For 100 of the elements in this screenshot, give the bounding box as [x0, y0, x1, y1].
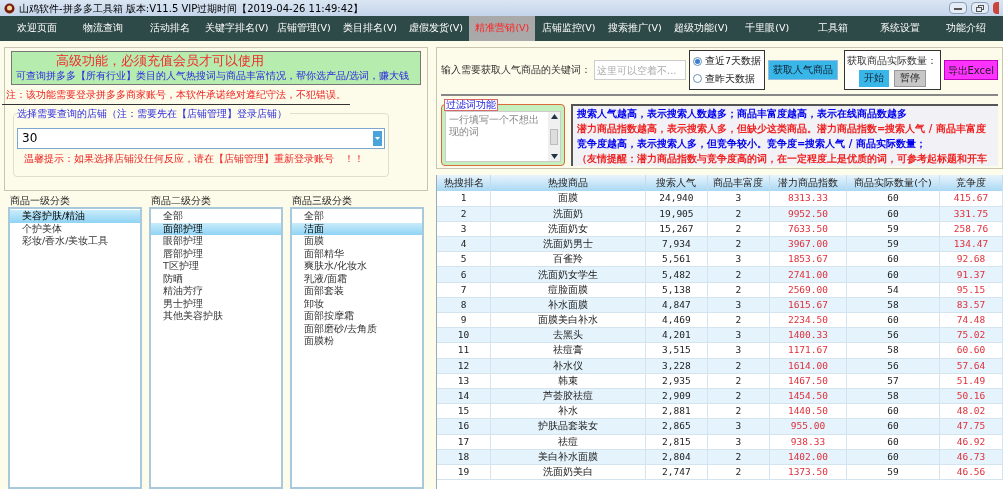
category-item[interactable]: 其他美容护肤	[151, 310, 281, 323]
nav-tab[interactable]: 超级功能(V)	[667, 16, 735, 41]
export-excel-button[interactable]: 导出Excel	[943, 60, 998, 80]
category-item[interactable]: 面部按摩霜	[292, 310, 422, 323]
table-cell: 洗面奶美白	[490, 464, 646, 480]
restore-button[interactable]	[971, 2, 989, 14]
nav-tab[interactable]: 虚假发货(V)	[403, 16, 470, 41]
filter-textarea[interactable]: 一行填写一个不想出现的词	[445, 111, 561, 162]
nav-tab[interactable]: 千里眼(V)	[734, 16, 801, 41]
table-cell: 4	[437, 236, 491, 252]
category-item[interactable]: 眼部护理	[151, 235, 281, 248]
radio-button[interactable]	[693, 74, 702, 84]
table-cell: 2	[707, 403, 770, 419]
table-cell: 60	[846, 449, 940, 465]
table-cell: 16	[437, 418, 491, 434]
category-item[interactable]: 唇部护理	[151, 247, 281, 260]
table-cell: 59	[846, 221, 940, 237]
nav-tab[interactable]: 物流查询	[70, 16, 137, 41]
category-item[interactable]: 彩妆/香水/美妆工具	[10, 235, 140, 248]
table-cell: 2	[707, 236, 770, 252]
nav-tab[interactable]: 系统设置	[866, 16, 933, 41]
table-cell: 1614.00	[769, 358, 847, 374]
category-item[interactable]: T区护理	[151, 260, 281, 273]
table-cell: 2	[437, 206, 491, 222]
nav-tab[interactable]: 店铺监控(V)	[535, 16, 602, 41]
table-cell: 2	[707, 449, 770, 465]
table-cell: 2	[707, 266, 770, 283]
category-item[interactable]: 美容护肤/精油	[10, 210, 140, 223]
category-item[interactable]: 面膜粉	[292, 335, 422, 348]
table-cell: 1853.67	[769, 251, 847, 267]
table-cell: 4,201	[645, 327, 708, 343]
category-item[interactable]: 全部	[151, 210, 281, 223]
category-item[interactable]: 男士护理	[151, 297, 281, 310]
scroll-down-icon[interactable]	[550, 154, 558, 159]
category-item[interactable]: 洁面	[292, 222, 422, 235]
table-cell: 2,909	[645, 388, 708, 404]
table-cell: 洗面奶女学生	[490, 266, 646, 283]
table-cell: 1171.67	[769, 342, 847, 359]
store-dropdown[interactable]: 30	[17, 127, 385, 149]
category-item[interactable]: 面部套装	[292, 285, 422, 298]
table-cell: 83.57	[939, 297, 1003, 313]
table-cell: 8313.33	[769, 191, 847, 207]
category-item[interactable]: 乳液/面霜	[292, 272, 422, 285]
table-cell: 2	[707, 373, 770, 389]
table-cell: 洗面奶男士	[490, 236, 646, 252]
table-cell: 46.73	[939, 449, 1003, 465]
table-cell: 1467.50	[769, 373, 847, 389]
table-cell: 19	[437, 464, 491, 480]
table-cell: 1	[437, 191, 491, 207]
category-item[interactable]: 卸妆	[292, 297, 422, 310]
fetch-button[interactable]: 获取人气商品	[768, 60, 838, 80]
nav-tab[interactable]: 搜索推广(V)	[601, 16, 668, 41]
nav-tab[interactable]: 欢迎页面	[4, 16, 71, 41]
scroll-up-icon[interactable]	[550, 114, 558, 119]
keyword-field[interactable]: 这里可以空着不...	[594, 60, 686, 80]
table-cell: 2	[707, 282, 770, 298]
table-cell: 60	[846, 206, 940, 222]
table-cell: 24,940	[645, 191, 708, 207]
notice-subtitle: 可查询拼多多【所有行业】类目的人气热搜词与商品丰富情况，帮你选产品/选词，赚大钱	[16, 69, 411, 82]
table-cell: 百雀羚	[490, 251, 646, 267]
table-cell: 11	[437, 342, 491, 359]
category-item[interactable]: 面部精华	[292, 247, 422, 260]
category-item[interactable]: 全部	[292, 210, 422, 223]
category-item[interactable]: 精油芳疗	[151, 285, 281, 298]
nav-tab[interactable]: 功能介绍	[932, 16, 999, 41]
table-cell: 9	[437, 312, 491, 328]
info-text: （友情提醒：潜力商品指数与竞争度高的词，在一定程度上是优质的词，可参考起标题和开车	[577, 152, 987, 165]
category-item[interactable]: 防晒	[151, 272, 281, 285]
category-item[interactable]: 个护美体	[10, 222, 140, 235]
table-cell: 5,561	[645, 251, 708, 267]
table-cell: 1402.00	[769, 449, 847, 465]
table-cell: 9952.50	[769, 206, 847, 222]
table-cell: 415.67	[939, 191, 1003, 207]
category-item[interactable]: 面部护理	[151, 222, 281, 235]
table-cell: 15,267	[645, 221, 708, 237]
nav-tab[interactable]: 关键字排名(V)	[202, 16, 271, 41]
nav-tab[interactable]: 工具箱	[800, 16, 867, 41]
category-item[interactable]: 面部磨砂/去角质	[292, 322, 422, 335]
app-logo-icon	[4, 2, 15, 14]
radio-button[interactable]	[693, 56, 702, 66]
window-title: 山鸡软件-拼多多工具箱 版本:V11.5 VIP过期时间【2019-04-26 11:49:42】	[19, 1, 364, 16]
minimize-button[interactable]	[949, 2, 967, 14]
start-button[interactable]: 开始	[858, 70, 889, 87]
table-cell: 2	[707, 206, 770, 222]
table-cell: 74.48	[939, 312, 1003, 328]
category-item[interactable]: 面膜	[292, 235, 422, 248]
nav-tab[interactable]: 店铺管理(V)	[270, 16, 337, 41]
table-cell: 955.00	[769, 418, 847, 434]
table-cell: 芦荟胶祛痘	[490, 388, 646, 404]
table-cell: 13	[437, 373, 491, 389]
nav-tab[interactable]: 类目排名(V)	[336, 16, 403, 41]
scrollbar[interactable]	[548, 112, 560, 161]
nav-tab[interactable]: 活动排名	[136, 16, 203, 41]
table-cell: 134.47	[939, 236, 1003, 252]
pause-button[interactable]: 暂停	[893, 70, 926, 87]
table-cell: 48.02	[939, 403, 1003, 419]
category-item[interactable]: 爽肤水/化妆水	[292, 260, 422, 273]
table-cell: 60	[846, 191, 940, 207]
close-button[interactable]	[993, 2, 999, 14]
table-cell: 去黑头	[490, 327, 646, 343]
